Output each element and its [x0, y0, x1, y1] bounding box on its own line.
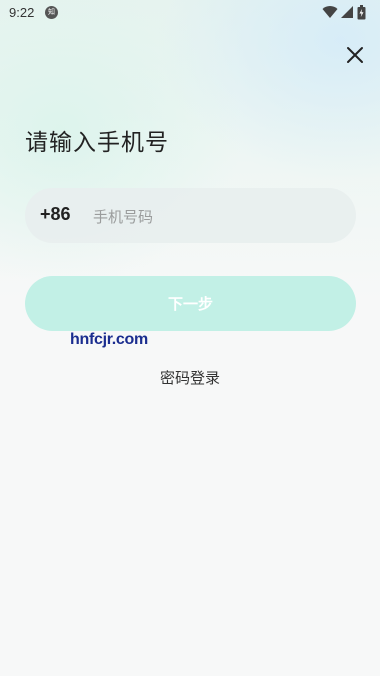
signal-icon: [341, 6, 353, 18]
status-bar: 9:22 知: [0, 0, 380, 26]
app-notification-icon: 知: [45, 6, 58, 19]
phone-input[interactable]: [91, 202, 335, 232]
close-icon: [347, 47, 363, 63]
wifi-icon: [322, 6, 338, 19]
battery-icon: [357, 5, 366, 20]
close-button[interactable]: [344, 44, 366, 66]
page-title: 请输入手机号: [25, 130, 169, 156]
status-time: 9:22: [9, 5, 35, 20]
phone-field[interactable]: +86: [25, 188, 356, 243]
country-code-selector[interactable]: +86: [40, 204, 71, 225]
password-login-link[interactable]: 密码登录: [0, 367, 380, 388]
watermark-text: hnfcjr.com: [70, 331, 148, 348]
next-button[interactable]: 下一步: [25, 276, 356, 331]
